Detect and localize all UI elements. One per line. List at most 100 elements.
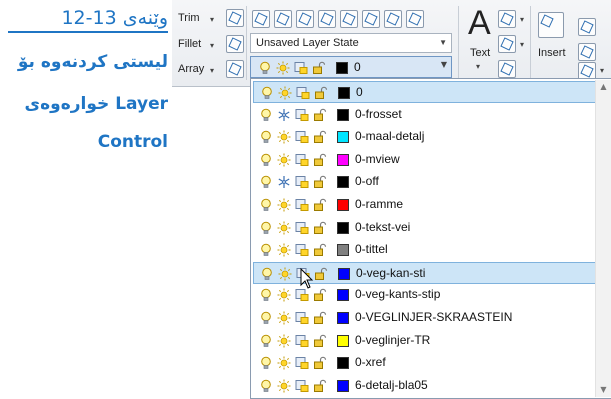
sun-icon[interactable]	[277, 334, 291, 348]
layer-off-icon[interactable]	[384, 10, 402, 28]
layer-row-0-tekst-vei[interactable]: 0-tekst-vei	[253, 217, 596, 239]
viewport-freeze-icon[interactable]	[295, 334, 309, 348]
erase-icon[interactable]	[226, 9, 244, 27]
leader-icon[interactable]	[498, 35, 516, 53]
viewport-freeze-icon[interactable]	[295, 243, 309, 257]
layer-color-swatch[interactable]	[337, 176, 349, 188]
layer-color-swatch[interactable]	[338, 268, 350, 280]
layer-match-icon[interactable]	[274, 10, 292, 28]
layer-color-swatch[interactable]	[336, 62, 348, 74]
layer-lock-icon[interactable]	[406, 10, 424, 28]
bulb-icon[interactable]	[260, 86, 274, 100]
unlock-icon[interactable]	[313, 221, 327, 235]
viewport-freeze-icon[interactable]	[295, 288, 309, 302]
layer-color-swatch[interactable]	[337, 199, 349, 211]
text-dropdown-icon[interactable]: ▾	[476, 62, 480, 71]
layer-color-swatch[interactable]	[337, 335, 349, 347]
layer-row-0-xref[interactable]: 0-xref	[253, 352, 596, 374]
scrollbar[interactable]: ▲ ▼	[595, 80, 611, 397]
viewport-freeze-icon[interactable]	[295, 153, 309, 167]
scroll-down-icon[interactable]: ▼	[596, 383, 611, 397]
sun-icon[interactable]	[277, 311, 291, 325]
layer-row-0-maal-detalj[interactable]: 0-maal-detalj	[253, 126, 596, 148]
layer-row-0-veglinjer-tr[interactable]: 0-veglinjer-TR	[253, 330, 596, 352]
sun-icon[interactable]	[277, 243, 291, 257]
bulb-icon[interactable]	[259, 198, 273, 212]
dimension-dropdown-icon[interactable]: ▾	[520, 15, 524, 24]
viewport-freeze-icon[interactable]	[295, 130, 309, 144]
sun-icon[interactable]	[277, 198, 291, 212]
unlock-icon[interactable]	[313, 379, 327, 393]
layer-color-swatch[interactable]	[337, 131, 349, 143]
bulb-icon[interactable]	[259, 108, 273, 122]
sun-icon[interactable]	[278, 86, 292, 100]
bulb-icon[interactable]	[259, 130, 273, 144]
sun-icon[interactable]	[277, 379, 291, 393]
current-layer-row[interactable]: 0	[252, 57, 442, 77]
layer-row-0-frosset[interactable]: 0-frosset	[253, 104, 596, 126]
bulb-icon[interactable]	[258, 61, 272, 75]
layer-row-0-mview[interactable]: 0-mview	[253, 149, 596, 171]
layer-state-dropdown[interactable]: Unsaved Layer State ▼	[250, 33, 452, 53]
array-button[interactable]: Array	[178, 63, 204, 75]
fillet-dropdown-icon[interactable]: ▾	[210, 41, 214, 50]
bulb-icon[interactable]	[260, 267, 274, 281]
sun-icon[interactable]	[277, 130, 291, 144]
viewport-freeze-icon[interactable]	[296, 86, 310, 100]
layer-properties-icon[interactable]	[252, 10, 270, 28]
unlock-icon[interactable]	[313, 175, 327, 189]
layer-previous-icon[interactable]	[296, 10, 314, 28]
viewport-freeze-icon[interactable]	[295, 175, 309, 189]
viewport-freeze-icon[interactable]	[294, 61, 308, 75]
unlock-icon[interactable]	[313, 356, 327, 370]
layer-row-0-veglinjer-skraastein[interactable]: 0-VEGLINJER-SKRAASTEIN	[253, 307, 596, 329]
layer-row-0-ramme[interactable]: 0-ramme	[253, 194, 596, 216]
unlock-icon[interactable]	[312, 61, 326, 75]
layer-color-swatch[interactable]	[337, 222, 349, 234]
layer-row-6-detalj-bla05[interactable]: 6-detalj-bla05	[253, 375, 596, 397]
sun-icon[interactable]	[276, 61, 290, 75]
insert-label[interactable]: Insert	[538, 47, 566, 59]
text-tool-icon[interactable]: A	[468, 4, 491, 43]
layer-row-0-off[interactable]: 0-off	[253, 171, 596, 193]
create-block-icon[interactable]	[578, 18, 596, 36]
unlock-icon[interactable]	[313, 108, 327, 122]
sun-icon[interactable]	[277, 153, 291, 167]
bulb-icon[interactable]	[259, 243, 273, 257]
sun-icon[interactable]	[277, 221, 291, 235]
bulb-icon[interactable]	[259, 221, 273, 235]
layer-color-swatch[interactable]	[337, 289, 349, 301]
snowflake-icon[interactable]	[277, 108, 291, 122]
viewport-freeze-icon[interactable]	[295, 356, 309, 370]
layer-color-swatch[interactable]	[337, 154, 349, 166]
layer-row-0[interactable]: 0	[253, 81, 596, 103]
bulb-icon[interactable]	[259, 288, 273, 302]
table-icon[interactable]	[498, 60, 516, 78]
bulb-icon[interactable]	[259, 311, 273, 325]
bulb-icon[interactable]	[259, 153, 273, 167]
unlock-icon[interactable]	[313, 243, 327, 257]
viewport-freeze-icon[interactable]	[295, 379, 309, 393]
sun-icon[interactable]	[277, 356, 291, 370]
layer-color-swatch[interactable]	[338, 87, 350, 99]
bulb-icon[interactable]	[259, 356, 273, 370]
unlock-icon[interactable]	[313, 130, 327, 144]
array-dropdown-icon[interactable]: ▾	[210, 66, 214, 75]
viewport-freeze-icon[interactable]	[295, 221, 309, 235]
layer-color-swatch[interactable]	[337, 244, 349, 256]
unlock-icon[interactable]	[313, 198, 327, 212]
trim-button[interactable]: Trim	[178, 12, 200, 24]
offset-icon[interactable]	[226, 60, 244, 78]
layer-color-swatch[interactable]	[337, 357, 349, 369]
unlock-icon[interactable]	[314, 86, 328, 100]
text-label[interactable]: Text	[470, 47, 490, 59]
sun-icon[interactable]	[278, 267, 292, 281]
sun-icon[interactable]	[277, 288, 291, 302]
bulb-icon[interactable]	[259, 175, 273, 189]
scroll-up-icon[interactable]: ▲	[596, 80, 611, 94]
unlock-icon[interactable]	[313, 288, 327, 302]
edit-block-icon[interactable]	[578, 43, 596, 61]
layer-unisolate-icon[interactable]	[340, 10, 358, 28]
trim-dropdown-icon[interactable]: ▾	[210, 15, 214, 24]
fillet-button[interactable]: Fillet	[178, 38, 201, 50]
